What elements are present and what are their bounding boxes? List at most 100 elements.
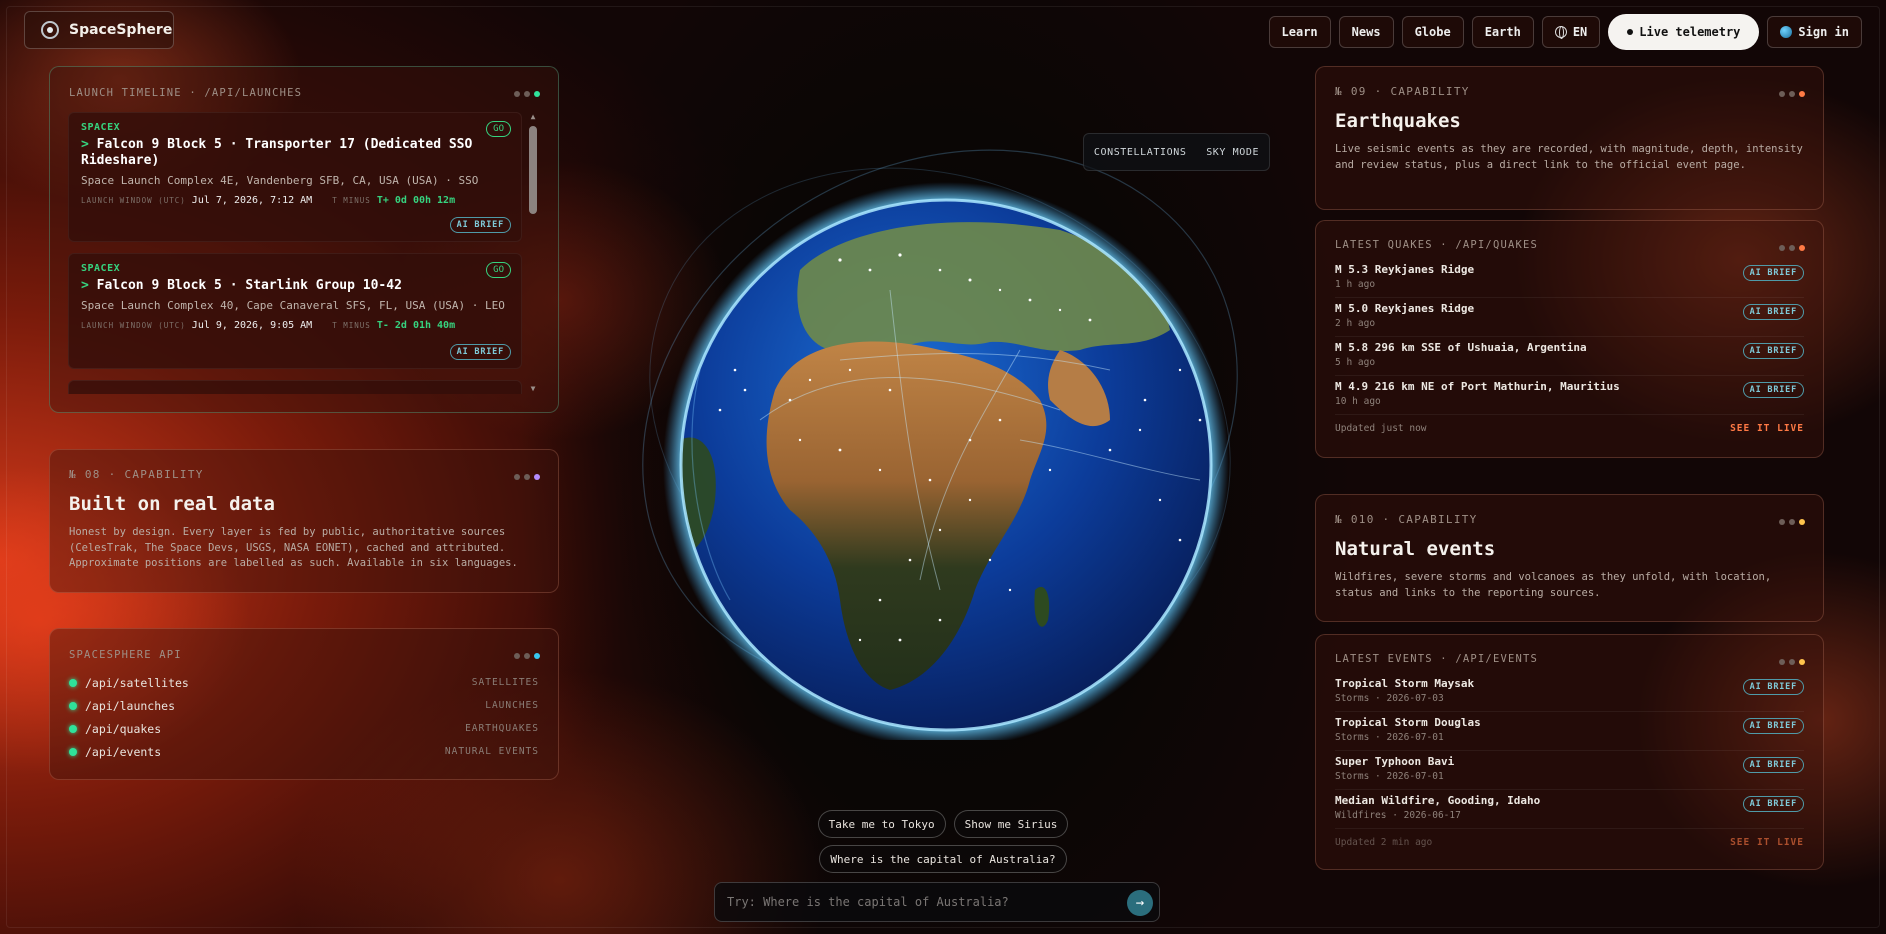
api-title: SPACESPHERE API [69,649,182,661]
launch-status-badge: GO [486,121,511,137]
launch-card-partial[interactable] [68,380,522,394]
nav-news-button[interactable]: News [1338,16,1394,48]
quake-age: 5 h ago [1335,357,1376,368]
nav-globe-button[interactable]: Globe [1401,16,1464,48]
event-title: Tropical Storm Maysak [1335,677,1475,690]
events-title: LATEST EVENTS · /API/EVENTS [1335,653,1539,665]
live-telemetry-button[interactable]: Live telemetry [1608,14,1760,50]
panel-status-dots [1779,659,1805,665]
send-arrow-icon[interactable]: → [1127,890,1153,916]
capability-08-panel: № 08 · CAPABILITY Built on real data Hon… [49,449,559,593]
quakes-see-live-link[interactable]: SEE IT LIVE [1730,423,1804,434]
api-endpoint-row[interactable]: /api/launches LAUNCHES [69,694,539,717]
suggestion-chip[interactable]: Show me Sirius [953,810,1069,838]
sky-toggle-bar: CONSTELLATIONS SKY MODE [1083,133,1270,171]
planet-logo-icon [41,21,59,39]
language-button[interactable]: EN [1541,16,1601,48]
ai-brief-button[interactable]: AI BRIEF [1742,265,1804,281]
capability-09-panel: № 09 · CAPABILITY Earthquakes Live seism… [1315,66,1824,210]
capability-number: № 09 · CAPABILITY [1335,85,1470,98]
event-item[interactable]: Tropical Storm Maysak Storms · 2026-07-0… [1335,673,1804,712]
quake-title: M 5.8 296 km SSE of Ushuaia, Argentina [1335,341,1587,354]
nav-learn-button[interactable]: Learn [1268,16,1331,48]
quakes-updated: Updated just now [1335,423,1427,434]
tminus-label: T MINUS [332,321,371,330]
capability-title: Built on real data [69,493,275,515]
sky-mode-toggle[interactable]: SKY MODE [1206,147,1259,158]
launch-name: > Falcon 9 Block 5 · Starlink Group 10-4… [81,278,402,293]
event-item[interactable]: Tropical Storm Douglas Storms · 2026-07-… [1335,712,1804,751]
globe-icon [1554,26,1567,39]
capability-number: № 010 · CAPABILITY [1335,513,1478,526]
quake-age: 1 h ago [1335,279,1376,290]
api-label: LAUNCHES [485,700,539,711]
sign-in-button[interactable]: Sign in [1767,16,1862,48]
quake-item[interactable]: M 5.0 Reykjanes Ridge 2 h ago AI BRIEF [1335,298,1804,337]
earth-globe[interactable] [640,120,1240,748]
top-navigation: Learn News Globe Earth EN Live telemetry… [1268,14,1862,50]
event-title: Median Wildfire, Gooding, Idaho [1335,794,1541,807]
panel-status-dots [1779,245,1805,251]
launch-list-scrollbar[interactable]: ▲ ▼ [528,112,538,394]
ai-brief-button[interactable]: AI BRIEF [1742,343,1804,359]
panel-status-dots [514,653,540,659]
ai-brief-button[interactable]: AI BRIEF [1742,679,1804,695]
event-meta: Storms · 2026-07-01 [1335,732,1444,743]
capability-010-panel: № 010 · CAPABILITY Natural events Wildfi… [1315,494,1824,622]
quakes-title: LATEST QUAKES · /API/QUAKES [1335,239,1539,251]
launch-window-label: LAUNCH WINDOW (UTC) [81,196,186,205]
ai-brief-button[interactable]: AI BRIEF [449,217,511,233]
capability-number: № 08 · CAPABILITY [69,468,204,481]
ai-brief-button[interactable]: AI BRIEF [1742,304,1804,320]
capability-description: Wildfires, severe storms and volcanoes a… [1335,571,1772,599]
scroll-down-icon[interactable]: ▼ [528,384,538,394]
api-label: EARTHQUAKES [465,723,539,734]
api-path: /api/satellites [85,675,189,690]
quake-item[interactable]: M 5.8 296 km SSE of Ushuaia, Argentina 5… [1335,337,1804,376]
panel-status-dots [514,474,540,480]
scroll-thumb[interactable] [529,126,537,214]
api-path: /api/launches [85,698,176,713]
event-title: Tropical Storm Douglas [1335,716,1481,729]
tminus-label: T MINUS [332,196,371,205]
launch-list[interactable]: SPACEX GO > Falcon 9 Block 5 · Transport… [68,112,538,394]
panel-status-dots [514,91,540,97]
capability-title: Earthquakes [1335,110,1461,132]
ask-input[interactable] [727,895,1107,909]
nav-earth-button[interactable]: Earth [1471,16,1534,48]
suggestion-chips-row-1: Take me to Tokyo Show me Sirius [0,810,1886,838]
sign-in-label: Sign in [1798,25,1849,39]
api-panel: SPACESPHERE API /api/satellites SATELLIT… [49,628,559,780]
suggestion-chip[interactable]: Take me to Tokyo [817,810,946,838]
ai-brief-button[interactable]: AI BRIEF [1742,757,1804,773]
launch-card[interactable]: SPACEX GO > Falcon 9 Block 5 · Starlink … [68,253,522,369]
scroll-up-icon[interactable]: ▲ [528,112,538,122]
suggestion-chips-row-2: Where is the capital of Australia? [0,845,1886,873]
launch-pad: Space Launch Complex 40, Cape Canaveral … [81,299,505,312]
constellations-toggle[interactable]: CONSTELLATIONS [1094,147,1187,158]
api-endpoint-row[interactable]: /api/quakes EARTHQUAKES [69,717,539,740]
ask-bar: → [714,882,1160,922]
api-endpoint-row[interactable]: /api/satellites SATELLITES [69,671,539,694]
capability-description: Honest by design. Every layer is fed by … [69,526,518,569]
event-item[interactable]: Super Typhoon Bavi Storms · 2026-07-01 A… [1335,751,1804,790]
tminus-value: T- 2d 01h 40m [376,320,456,331]
launch-status-badge: GO [486,262,511,278]
quake-item[interactable]: M 5.3 Reykjanes Ridge 1 h ago AI BRIEF [1335,259,1804,298]
globe-illustration[interactable] [640,120,1240,748]
ai-brief-button[interactable]: AI BRIEF [1742,382,1804,398]
launch-card[interactable]: SPACEX GO > Falcon 9 Block 5 · Transport… [68,112,522,242]
ai-brief-button[interactable]: AI BRIEF [449,344,511,360]
quake-item[interactable]: M 4.9 216 km NE of Port Mathurin, Maurit… [1335,376,1804,415]
ai-brief-button[interactable]: AI BRIEF [1742,718,1804,734]
earth-avatar-icon [1780,26,1793,38]
quake-title: M 5.0 Reykjanes Ridge [1335,302,1475,315]
status-online-icon [69,747,77,756]
launch-provider: SPACEX [81,122,121,133]
brand-logo-button[interactable]: SpaceSphere [24,11,174,49]
suggestion-chip[interactable]: Where is the capital of Australia? [819,845,1067,873]
quake-title: M 4.9 216 km NE of Port Mathurin, Maurit… [1335,380,1620,393]
launch-window-value: Jul 9, 2026, 9:05 AM [191,320,313,331]
live-dot-icon [1627,29,1634,35]
api-endpoint-row[interactable]: /api/events NATURAL EVENTS [69,740,539,763]
